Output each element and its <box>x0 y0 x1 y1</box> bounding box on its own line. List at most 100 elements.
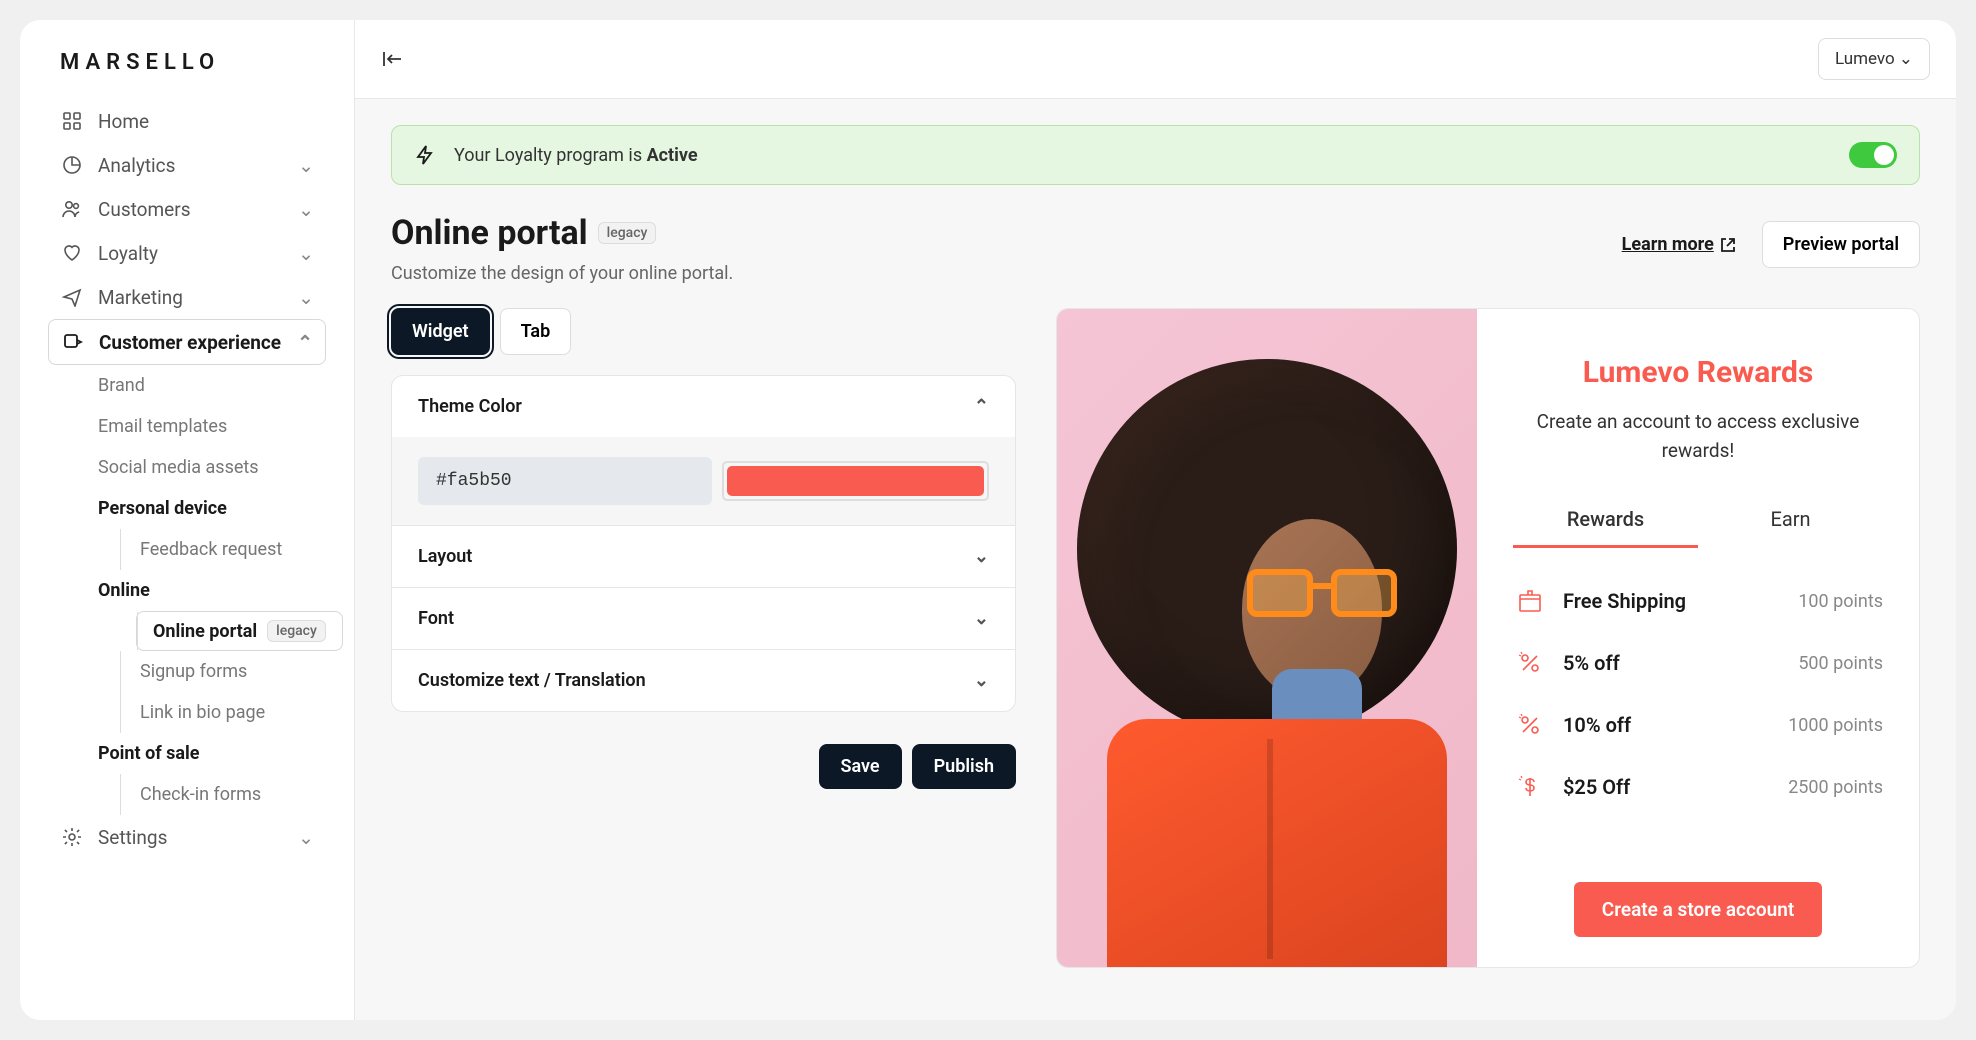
sidebar-sub-email-templates[interactable]: Email templates <box>98 406 354 447</box>
config-column: Widget Tab Theme Color ⌃ #fa5b50 <box>391 308 1016 789</box>
sidebar-item-label: Settings <box>98 826 167 849</box>
body-row: Widget Tab Theme Color ⌃ #fa5b50 <box>391 308 1920 968</box>
legacy-badge: legacy <box>598 222 657 244</box>
accordion-head-layout[interactable]: Layout ⌄ <box>392 526 1015 587</box>
accordion-head-font[interactable]: Font ⌄ <box>392 588 1015 649</box>
chevron-down-icon: ⌄ <box>298 154 314 177</box>
mode-tabs: Widget Tab <box>391 308 1016 355</box>
external-link-icon <box>1720 237 1736 253</box>
page-header: Online portal legacy Customize the desig… <box>391 213 1920 284</box>
tab-widget[interactable]: Widget <box>391 308 490 355</box>
grid-icon <box>60 109 84 133</box>
sidebar-sub-social-media[interactable]: Social media assets <box>98 447 354 488</box>
pie-icon <box>60 153 84 177</box>
sidebar-item-customers[interactable]: Customers ⌄ <box>20 187 354 231</box>
reward-row: 10% off 1000 points <box>1513 694 1883 756</box>
banner-text: Your Loyalty program is Active <box>454 145 698 166</box>
reward-label: Free Shipping <box>1563 589 1686 613</box>
preview-portal-button[interactable]: Preview portal <box>1762 221 1920 268</box>
settings-card: Theme Color ⌃ #fa5b50 <box>391 375 1016 712</box>
percent-icon <box>1513 708 1547 742</box>
store-selector[interactable]: Lumevo⌄ <box>1818 38 1930 80</box>
preview-tab-earn[interactable]: Earn <box>1698 493 1883 548</box>
reward-points: 100 points <box>1798 591 1883 612</box>
sidebar-sub-brand[interactable]: Brand <box>98 365 354 406</box>
sidebar-item-analytics[interactable]: Analytics ⌄ <box>20 143 354 187</box>
color-hex-input[interactable]: #fa5b50 <box>418 457 712 505</box>
status-banner: Your Loyalty program is Active <box>391 125 1920 185</box>
percent-icon <box>1513 646 1547 680</box>
sidebar-item-marketing[interactable]: Marketing ⌄ <box>20 275 354 319</box>
reward-points: 1000 points <box>1788 715 1883 736</box>
save-button[interactable]: Save <box>819 744 902 789</box>
sidebar-item-label: Marketing <box>98 286 183 309</box>
chevron-down-icon: ⌄ <box>298 286 314 309</box>
banner-status: Active <box>647 145 698 166</box>
learn-more-link[interactable]: Learn more <box>1622 234 1736 255</box>
sidebar-heading-pos: Point of sale <box>98 733 354 774</box>
accordion-layout: Layout ⌄ <box>392 525 1015 587</box>
app-window: MARSELLO Home Analytics ⌄ Customers ⌄ <box>20 20 1956 1020</box>
sidebar-item-customer-experience[interactable]: Customer experience ⌃ <box>48 319 326 365</box>
collapse-sidebar-button[interactable] <box>381 50 403 68</box>
reward-points: 500 points <box>1798 653 1883 674</box>
sidebar-heading-online: Online <box>98 570 354 611</box>
preview-tab-rewards[interactable]: Rewards <box>1513 493 1698 548</box>
preview-image <box>1057 309 1477 967</box>
banner-prefix: Your Loyalty program is <box>454 145 647 166</box>
preview-content: Lumevo Rewards Create an account to acce… <box>1477 309 1919 967</box>
accordion-label: Theme Color <box>418 396 522 417</box>
chevron-down-icon: ⌄ <box>298 242 314 265</box>
sidebar-item-loyalty[interactable]: Loyalty ⌄ <box>20 231 354 275</box>
brand-logo: MARSELLO <box>20 50 354 99</box>
reward-label: $25 Off <box>1563 775 1630 799</box>
send-icon <box>60 285 84 309</box>
accordion-label: Layout <box>418 546 472 567</box>
preview-panel: Lumevo Rewards Create an account to acce… <box>1056 308 1920 968</box>
reward-row: 5% off 500 points <box>1513 632 1883 694</box>
accordion-label: Font <box>418 608 454 629</box>
accordion-head-theme[interactable]: Theme Color ⌃ <box>392 376 1015 437</box>
loyalty-toggle[interactable] <box>1849 142 1897 168</box>
chevron-up-icon: ⌃ <box>297 331 313 354</box>
preview-title: Lumevo Rewards <box>1513 355 1883 390</box>
content: Your Loyalty program is Active Online po… <box>355 99 1956 1020</box>
preview-subtitle: Create an account to access exclusive re… <box>1513 408 1883 465</box>
sidebar-sub-online-portal[interactable]: Online portal legacy <box>136 611 343 651</box>
sidebar-item-label: Customer experience <box>99 331 281 354</box>
legacy-badge: legacy <box>267 620 326 642</box>
sidebar-sub-checkin-forms[interactable]: Check-in forms <box>120 774 354 815</box>
tab-tab[interactable]: Tab <box>500 308 572 355</box>
sidebar-sub-signup-forms[interactable]: Signup forms <box>120 651 354 692</box>
accordion-label: Customize text / Translation <box>418 670 646 691</box>
create-account-button[interactable]: Create a store account <box>1574 882 1822 937</box>
chevron-down-icon: ⌄ <box>298 198 314 221</box>
reward-points: 2500 points <box>1788 777 1883 798</box>
sidebar-heading-personal-device: Personal device <box>98 488 354 529</box>
page-title: Online portal legacy <box>391 213 656 253</box>
sidebar-sub-label: Online portal <box>153 621 257 642</box>
reward-label: 5% off <box>1563 651 1620 675</box>
publish-button[interactable]: Publish <box>912 744 1016 789</box>
page-subtitle: Customize the design of your online port… <box>391 263 733 284</box>
sidebar: MARSELLO Home Analytics ⌄ Customers ⌄ <box>20 20 355 1020</box>
sidebar-item-label: Customers <box>98 198 191 221</box>
accordion-head-customize[interactable]: Customize text / Translation ⌄ <box>392 650 1015 711</box>
sidebar-item-home[interactable]: Home <box>20 99 354 143</box>
sidebar-sub-feedback-request[interactable]: Feedback request <box>120 529 354 570</box>
page-title-text: Online portal <box>391 213 588 253</box>
sidebar-item-settings[interactable]: Settings ⌄ <box>20 815 354 859</box>
heart-icon <box>60 241 84 265</box>
preview-rewards-list: Free Shipping 100 points 5% off 500 poin… <box>1513 570 1883 862</box>
color-swatch[interactable] <box>727 466 985 496</box>
reward-label: 10% off <box>1563 713 1631 737</box>
sidebar-sub-link-in-bio[interactable]: Link in bio page <box>120 692 354 733</box>
action-buttons: Save Publish <box>391 744 1016 789</box>
sidebar-item-label: Home <box>98 110 149 133</box>
users-icon <box>60 197 84 221</box>
main-area: Lumevo⌄ Your Loyalty program is Active O… <box>355 20 1956 1020</box>
box-icon <box>1513 584 1547 618</box>
accordion-font: Font ⌄ <box>392 587 1015 649</box>
accordion-customize-text: Customize text / Translation ⌄ <box>392 649 1015 711</box>
learn-more-label: Learn more <box>1622 234 1714 255</box>
